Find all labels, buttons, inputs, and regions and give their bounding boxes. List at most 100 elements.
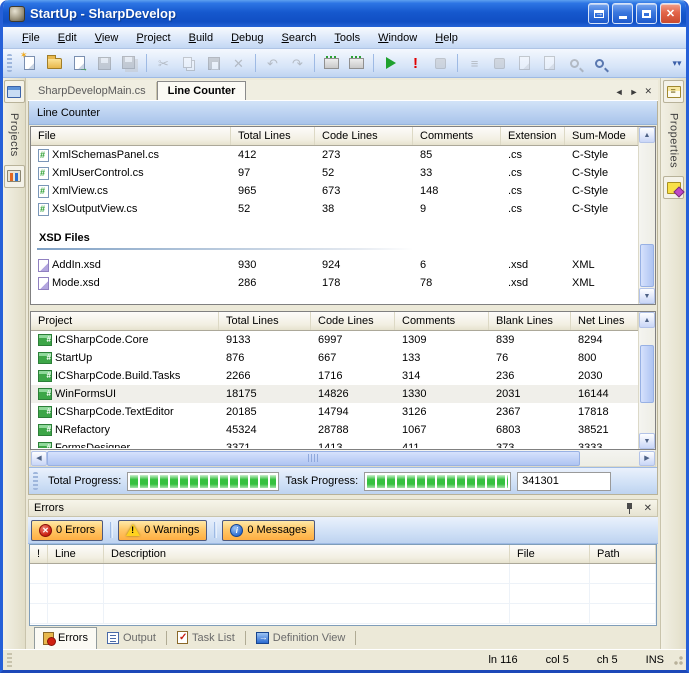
save-all-button[interactable]	[118, 52, 141, 74]
tools-pad-button[interactable]	[4, 165, 25, 188]
file-row[interactable]: XmlSchemasPanel.cs 412 273 85 .cs C-Styl…	[31, 146, 638, 164]
projects-pad-button[interactable]	[4, 80, 25, 103]
menu-item[interactable]: Project	[127, 29, 179, 47]
column-header[interactable]: Project	[31, 312, 219, 330]
scroll-up-icon[interactable]: ▲	[639, 127, 655, 143]
properties-pad-button[interactable]	[663, 80, 684, 103]
float-window-button[interactable]	[588, 3, 609, 24]
new-file-button[interactable]	[18, 52, 41, 74]
tab-close-icon[interactable]: ✕	[644, 86, 652, 97]
messages-filter-button[interactable]: i 0 Messages	[222, 520, 314, 541]
column-header[interactable]: Total Lines	[231, 127, 315, 145]
step-over-button[interactable]	[538, 52, 561, 74]
tab-sharpdevelopmain[interactable]: SharpDevelopMain.cs	[28, 82, 157, 100]
tab-line-counter[interactable]: Line Counter	[157, 81, 247, 100]
step-out-button[interactable]	[563, 52, 586, 74]
column-header[interactable]: Comments	[395, 312, 489, 330]
stop-button[interactable]	[429, 52, 452, 74]
column-header[interactable]: Sum-Mode	[565, 127, 638, 145]
column-header[interactable]: Code Lines	[315, 127, 413, 145]
column-header[interactable]: Path	[590, 545, 656, 563]
scroll-down-icon[interactable]: ▼	[639, 288, 655, 304]
menu-item[interactable]: Tools	[325, 29, 369, 47]
project-row[interactable]: ICSharpCode.TextEditor 20185 14794 3126 …	[31, 403, 638, 421]
scroll-left-icon[interactable]: ◀	[31, 451, 47, 466]
tab-errors[interactable]: Errors	[34, 627, 97, 649]
new-from-template-button[interactable]	[68, 52, 91, 74]
delete-button[interactable]: ✕	[227, 52, 250, 74]
scroll-thumb[interactable]	[640, 345, 654, 403]
column-header[interactable]: Code Lines	[311, 312, 395, 330]
tab-scroll-left-icon[interactable]: ◄	[615, 87, 624, 97]
menu-item[interactable]: Edit	[49, 29, 86, 47]
file-row[interactable]: XmlUserControl.cs 97 52 33 .cs C-Style	[31, 164, 638, 182]
file-row[interactable]: Mode.xsd 286 178 78 .xsd XML	[31, 274, 638, 292]
bookmark-list-button[interactable]: ≡	[463, 52, 486, 74]
minimize-button[interactable]	[612, 3, 633, 24]
rebuild-all-button[interactable]	[345, 52, 368, 74]
cut-button[interactable]: ✂	[152, 52, 175, 74]
sidebar-tab-projects[interactable]: Projects	[8, 105, 20, 165]
file-row[interactable]: XslOutputView.cs 52 38 9 .cs C-Style	[31, 200, 638, 218]
save-button[interactable]	[93, 52, 116, 74]
resize-grip-icon[interactable]	[672, 654, 684, 666]
menu-item[interactable]: Window	[369, 29, 426, 47]
column-header[interactable]: !	[30, 545, 48, 563]
file-row[interactable]: AddIn.xsd 930 924 6 .xsd XML	[31, 256, 638, 274]
column-header[interactable]: Description	[104, 545, 510, 563]
menu-item[interactable]: Build	[180, 29, 222, 47]
menu-item[interactable]: View	[86, 29, 128, 47]
raise-exception-button[interactable]: !	[404, 52, 427, 74]
run-button[interactable]	[379, 52, 402, 74]
scroll-up-icon[interactable]: ▲	[639, 312, 655, 328]
open-folder-button[interactable]	[43, 52, 66, 74]
copy-button[interactable]	[177, 52, 200, 74]
project-row[interactable]: ICSharpCode.Core 9133 6997 1309 839 8294	[31, 331, 638, 349]
column-header[interactable]: Comments	[413, 127, 501, 145]
column-header[interactable]: Total Lines	[219, 312, 311, 330]
close-button[interactable]: ✕	[660, 3, 681, 24]
undo-button[interactable]: ↶	[261, 52, 284, 74]
tab-task-list[interactable]: Task List	[169, 628, 243, 647]
project-row[interactable]: WinFormsUI 18175 14826 1330 2031 16144	[31, 385, 638, 403]
menu-item[interactable]: Search	[273, 29, 326, 47]
maximize-button[interactable]	[636, 3, 657, 24]
menu-item[interactable]: Debug	[222, 29, 272, 47]
build-button[interactable]	[320, 52, 343, 74]
files-vertical-scrollbar[interactable]: ▲ ▼	[638, 127, 655, 304]
pin-icon[interactable]	[625, 503, 634, 514]
errors-filter-button[interactable]: ✕ 0 Errors	[31, 520, 103, 541]
progress-strip-grip[interactable]	[33, 472, 38, 490]
menu-item[interactable]: File	[13, 29, 49, 47]
warnings-filter-button[interactable]: 0 Warnings	[118, 520, 207, 541]
toolbar-grip[interactable]	[7, 54, 12, 72]
column-header[interactable]: File	[510, 545, 590, 563]
tab-scroll-right-icon[interactable]: ►	[630, 87, 639, 97]
column-header[interactable]: Extension	[501, 127, 565, 145]
tab-output[interactable]: Output	[99, 629, 164, 647]
breakpoint-button[interactable]	[488, 52, 511, 74]
column-header[interactable]: File	[31, 127, 231, 145]
column-header[interactable]: Blank Lines	[489, 312, 571, 330]
close-panel-icon[interactable]: ✕	[644, 503, 652, 514]
project-row[interactable]: ICSharpCode.Build.Tasks 2266 1716 314 23…	[31, 367, 638, 385]
scroll-thumb[interactable]	[47, 451, 580, 466]
scroll-thumb[interactable]	[640, 244, 654, 288]
file-row[interactable]: XmlView.cs 965 673 148 .cs C-Style	[31, 182, 638, 200]
paste-button[interactable]	[202, 52, 225, 74]
classes-pad-button[interactable]	[663, 176, 684, 199]
scroll-down-icon[interactable]: ▼	[639, 433, 655, 449]
horizontal-scrollbar[interactable]: ◀ ▶	[30, 450, 656, 467]
sidebar-tab-properties[interactable]: Properties	[668, 105, 680, 176]
projects-vertical-scrollbar[interactable]: ▲ ▼	[638, 312, 655, 449]
step-into-button[interactable]	[513, 52, 536, 74]
column-header[interactable]: Net Lines	[571, 312, 638, 330]
toolbar-overflow-icon[interactable]: ▾▾	[672, 61, 682, 65]
project-row[interactable]: NRefactory 45324 28788 1067 6803 38521	[31, 421, 638, 439]
column-header[interactable]: Line	[48, 545, 104, 563]
tab-definition-view[interactable]: Definition View	[248, 629, 354, 647]
zoom-button[interactable]	[588, 52, 611, 74]
project-row[interactable]: StartUp 876 667 133 76 800	[31, 349, 638, 367]
redo-button[interactable]: ↷	[286, 52, 309, 74]
menu-item[interactable]: Help	[426, 29, 467, 47]
